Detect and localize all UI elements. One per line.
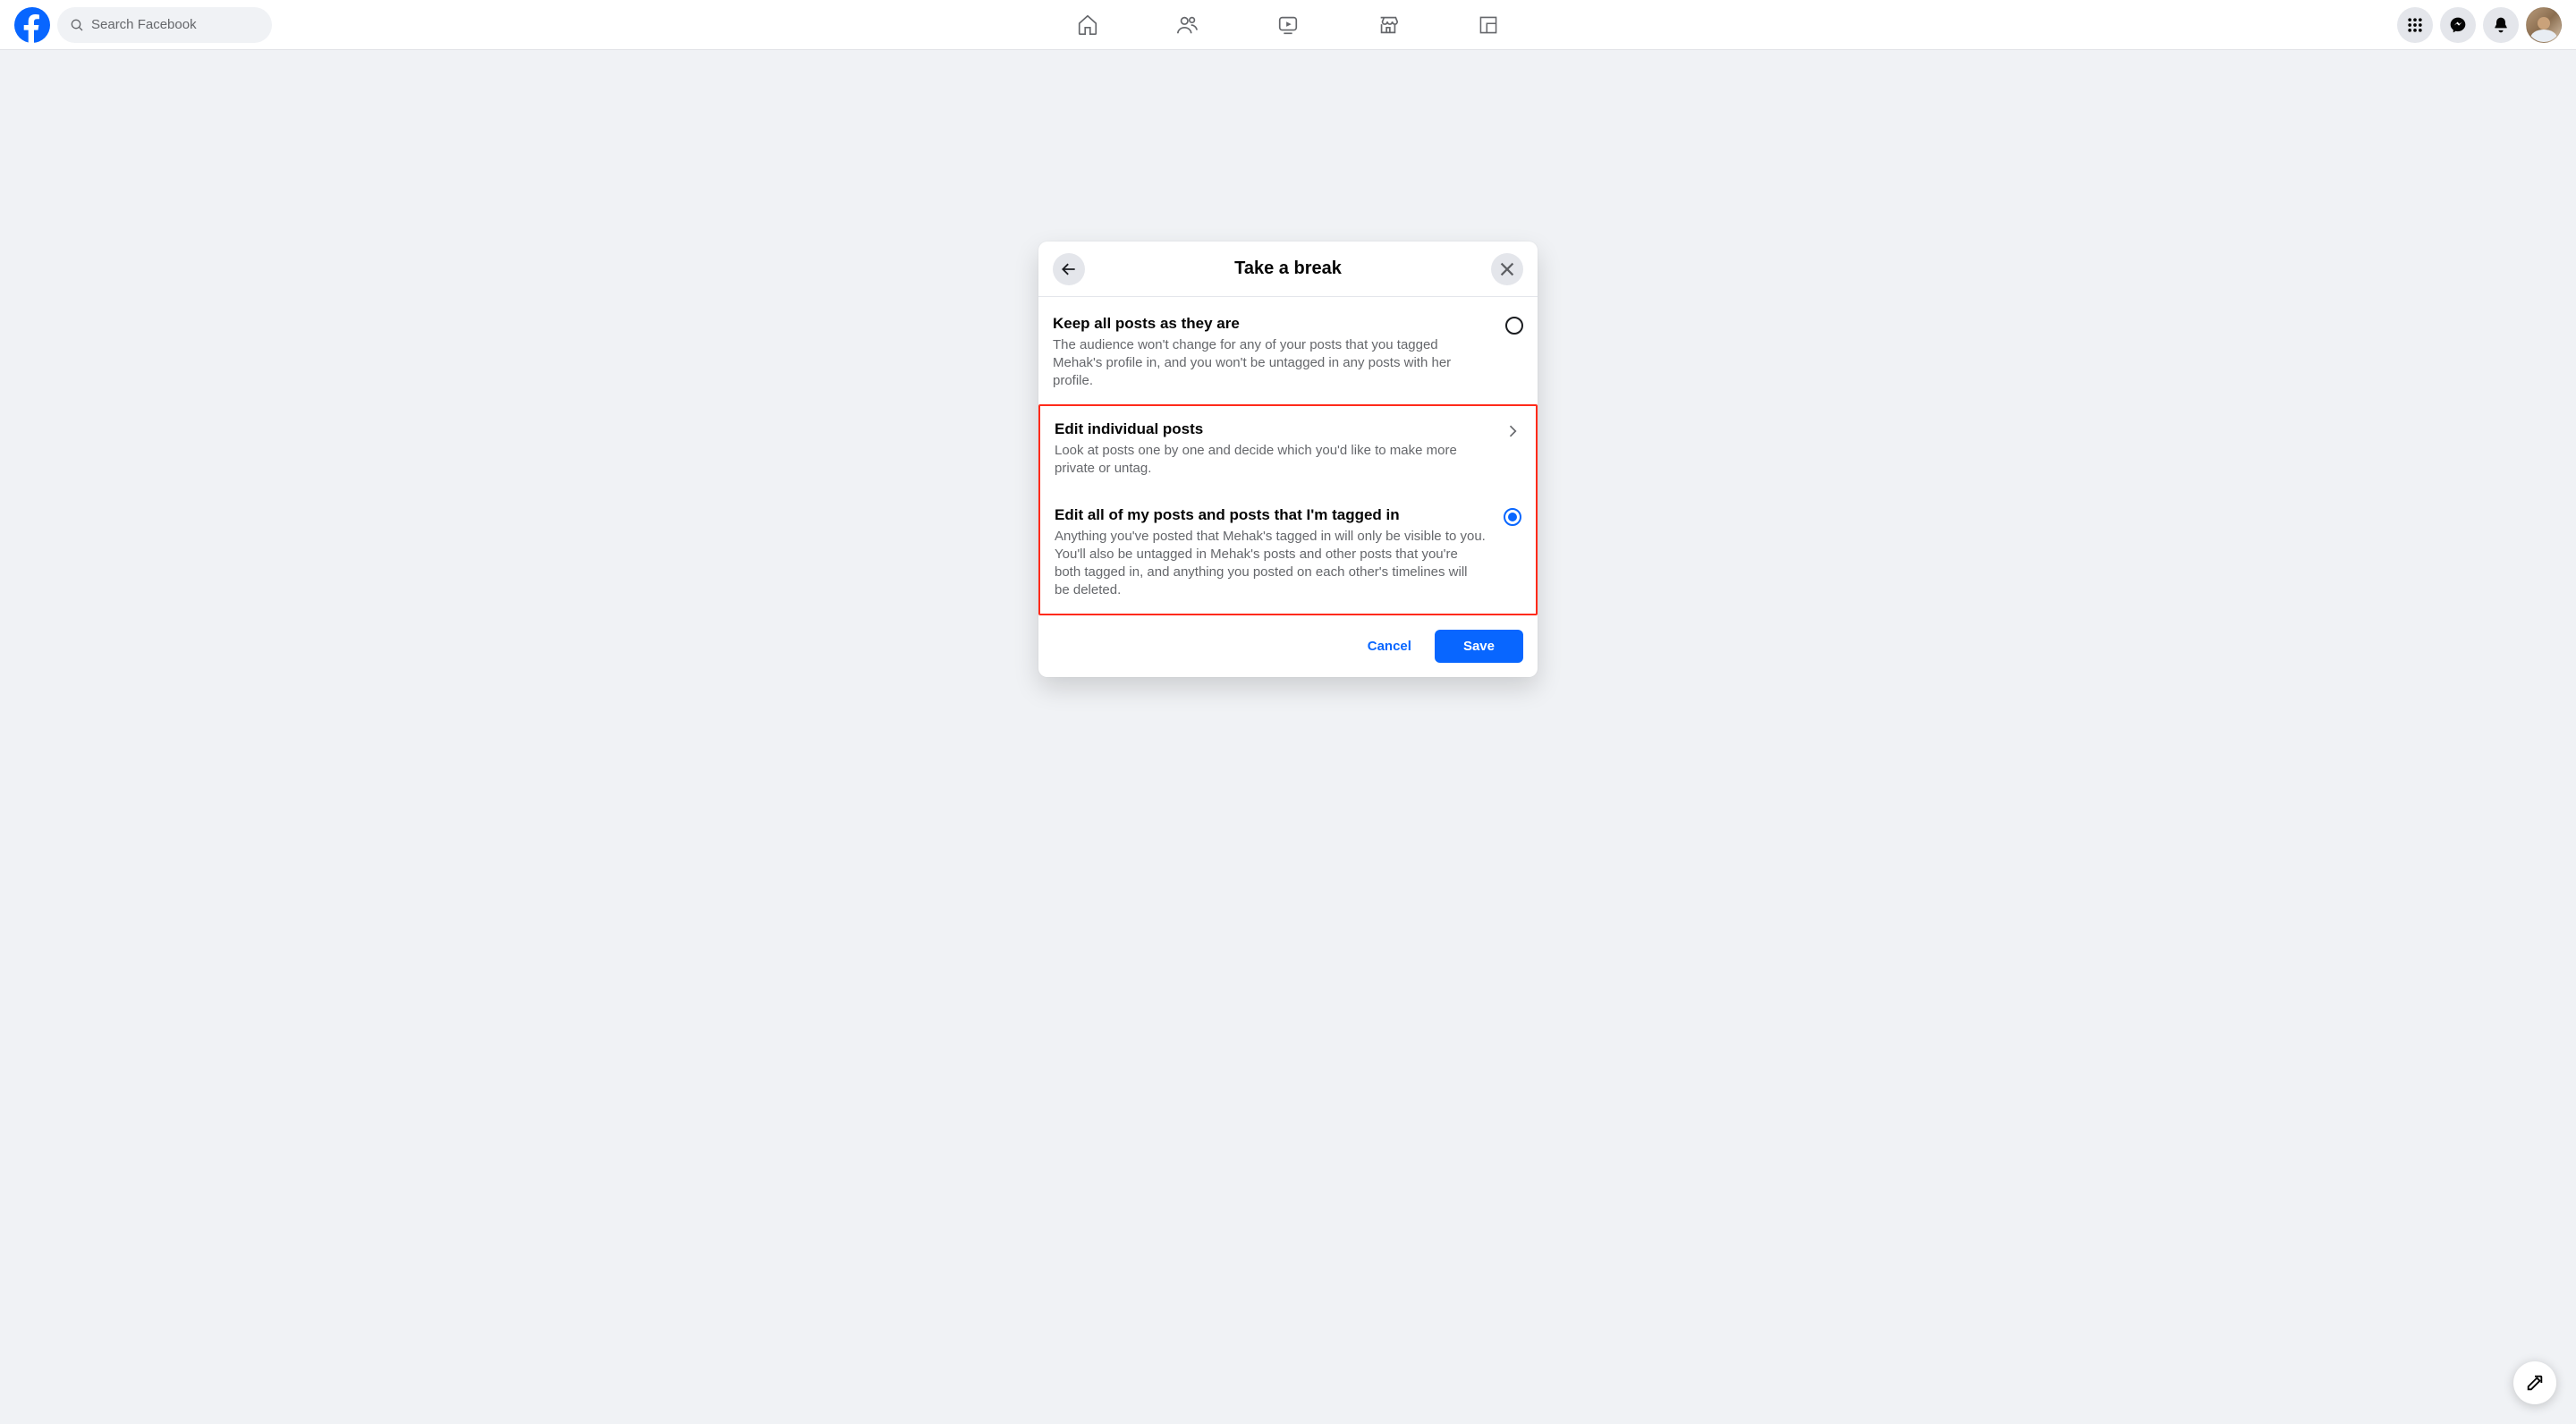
nav-marketplace[interactable] <box>1338 0 1438 50</box>
account-avatar[interactable] <box>2526 7 2562 43</box>
take-a-break-dialog: Take a break Keep all posts as they are … <box>1038 242 1538 677</box>
option-title: Edit all of my posts and posts that I'm … <box>1055 506 1486 524</box>
option-desc: The audience won't change for any of you… <box>1053 336 1487 390</box>
messenger-button[interactable] <box>2440 7 2476 43</box>
arrow-left-icon <box>1060 260 1078 278</box>
search-icon <box>70 18 84 32</box>
grid-icon <box>2406 16 2424 34</box>
header-right <box>2397 7 2562 43</box>
back-button[interactable] <box>1053 253 1085 285</box>
option-radio[interactable] <box>1504 508 1521 526</box>
bell-icon <box>2492 16 2510 34</box>
header-nav <box>1038 0 1538 49</box>
chevron-right-icon <box>1504 421 1521 441</box>
radio-unchecked-icon <box>1505 317 1523 335</box>
messenger-icon <box>2449 16 2467 34</box>
highlighted-options-group: Edit individual posts Look at posts one … <box>1038 404 1538 615</box>
watch-icon <box>1276 13 1300 37</box>
nav-friends[interactable] <box>1138 0 1238 50</box>
facebook-logo[interactable] <box>14 7 50 43</box>
option-edit-all[interactable]: Edit all of my posts and posts that I'm … <box>1055 492 1521 614</box>
cancel-button[interactable]: Cancel <box>1353 630 1426 663</box>
close-button[interactable] <box>1491 253 1523 285</box>
gaming-icon <box>1478 14 1499 36</box>
friends-icon <box>1176 13 1199 37</box>
home-icon <box>1076 13 1099 37</box>
dialog-header: Take a break <box>1038 242 1538 297</box>
marketplace-icon <box>1377 13 1400 37</box>
option-desc: Look at posts one by one and decide whic… <box>1055 442 1486 478</box>
nav-gaming[interactable] <box>1438 0 1538 50</box>
dialog-options: Keep all posts as they are The audience … <box>1038 297 1538 615</box>
save-button[interactable]: Save <box>1435 630 1523 663</box>
option-keep-posts[interactable]: Keep all posts as they are The audience … <box>1053 301 1523 404</box>
page-body: Take a break Keep all posts as they are … <box>0 50 2576 1424</box>
option-title: Edit individual posts <box>1055 420 1486 438</box>
search-input[interactable] <box>91 17 259 32</box>
new-post-fab[interactable] <box>2513 1361 2556 1404</box>
option-desc: Anything you've posted that Mehak's tagg… <box>1055 528 1486 599</box>
menu-button[interactable] <box>2397 7 2433 43</box>
radio-checked-icon <box>1504 508 1521 526</box>
search-box[interactable] <box>57 7 272 43</box>
dialog-title: Take a break <box>1234 259 1342 279</box>
option-title: Keep all posts as they are <box>1053 315 1487 333</box>
close-icon <box>1497 259 1517 279</box>
notifications-button[interactable] <box>2483 7 2519 43</box>
option-edit-individual[interactable]: Edit individual posts Look at posts one … <box>1055 406 1521 492</box>
top-header <box>0 0 2576 50</box>
header-left <box>14 7 272 43</box>
option-radio[interactable] <box>1505 317 1523 335</box>
option-chevron[interactable] <box>1504 422 1521 440</box>
edit-icon <box>2525 1373 2545 1393</box>
nav-watch[interactable] <box>1238 0 1338 50</box>
dialog-footer: Cancel Save <box>1038 615 1538 677</box>
nav-home[interactable] <box>1038 0 1138 50</box>
